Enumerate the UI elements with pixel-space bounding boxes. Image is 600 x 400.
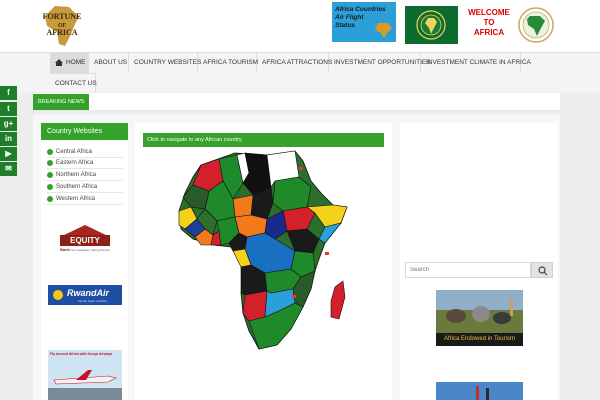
region-link-northern-africa[interactable]: Northern Africa xyxy=(47,170,123,181)
home-icon xyxy=(55,59,63,66)
region-label: Southern Africa xyxy=(56,184,98,190)
welcome-line-1: WELCOME xyxy=(468,8,510,17)
banner-flight-line-1: Africa Countries xyxy=(335,6,386,13)
mountain-photo xyxy=(436,382,523,400)
equity-name: EQUITY xyxy=(60,235,110,246)
nav-home-label: HOME xyxy=(66,59,86,66)
nav-country-websites[interactable]: COUNTRY WEBSITES xyxy=(129,53,201,73)
welcome-line-3: AFRICA xyxy=(473,28,505,37)
flag-marker[interactable] xyxy=(325,252,329,255)
twitter-icon[interactable]: t xyxy=(0,102,17,116)
african-union-emblem[interactable] xyxy=(405,6,458,44)
nav-africa-tourism[interactable]: AFRICA TOURISM xyxy=(198,53,258,73)
linkedin-icon[interactable]: in xyxy=(0,132,17,146)
kenya-airways-ad[interactable]: Fly around Africa with Kenya Airways xyxy=(48,350,122,400)
country-madagascar xyxy=(330,280,346,320)
search-input[interactable] xyxy=(405,262,531,278)
region-link-western-africa[interactable]: Western Africa xyxy=(47,194,123,205)
africa-seal-icon xyxy=(518,7,554,43)
region-label: Western Africa xyxy=(56,196,95,202)
nav-about-us[interactable]: ABOUT US xyxy=(89,53,129,73)
tourism-caption: Africa Endowed in Tourism xyxy=(436,333,523,346)
air-flight-status-banner[interactable]: Africa Countries Air Flight Status xyxy=(332,2,396,42)
au-emblem-icon xyxy=(416,10,446,40)
nav-contact-us[interactable]: CONTACT US xyxy=(50,73,97,93)
rwandair-ad[interactable]: RwandAir Fly the Heart of Africa xyxy=(48,285,122,305)
rwandair-name: RwandAir xyxy=(67,288,110,298)
africa-interactive-map[interactable] xyxy=(175,147,355,352)
nav-investment-opportunities[interactable]: INVESTMENT OPPORTUNITIES xyxy=(329,53,431,73)
flag-marker[interactable] xyxy=(292,295,296,298)
site-header: FORTUNE OF AFRICA Africa Countries Air F… xyxy=(0,0,600,52)
wildlife-image xyxy=(436,290,523,334)
map-title: Click to navigate to any African country xyxy=(143,133,384,147)
google-plus-icon[interactable]: g+ xyxy=(0,117,17,131)
main-nav: HOME ABOUT US COUNTRY WEBSITES AFRICA TO… xyxy=(0,52,600,93)
nav-home[interactable]: HOME xyxy=(50,53,89,73)
equity-sub: Bank xyxy=(60,247,70,252)
search-button[interactable] xyxy=(531,262,553,278)
region-label: Eastern Africa xyxy=(56,160,94,166)
country-sudan xyxy=(272,176,312,212)
welcome-to-africa-banner[interactable]: WELCOME TO AFRICA xyxy=(462,6,558,44)
email-icon[interactable]: ✉ xyxy=(0,162,17,176)
bullet-icon xyxy=(47,196,53,202)
bullet-icon xyxy=(47,184,53,190)
equity-bank-ad[interactable]: EQUITY Bank Your Listening, Caring Partn… xyxy=(58,223,112,257)
bullet-icon xyxy=(47,149,53,155)
nav-africa-attractions[interactable]: AFRICA ATTRACTIONS xyxy=(257,53,332,73)
africa-tourism-banner[interactable]: Africa Endowed in Tourism xyxy=(436,290,523,346)
region-link-central-africa[interactable]: Central Africa xyxy=(47,147,123,158)
nav-investment-climate[interactable]: INVESTMENT CLIMATE IN AFRICA xyxy=(421,53,531,73)
facebook-icon[interactable]: f xyxy=(0,86,17,100)
region-label: Northern Africa xyxy=(56,172,97,178)
bullet-icon xyxy=(47,160,53,166)
country-namibia xyxy=(242,290,268,322)
logo-line-3: AFRICA xyxy=(46,28,78,37)
search-icon xyxy=(538,266,548,276)
airplane-icon xyxy=(48,370,122,400)
main-panel: Click to navigate to any African country xyxy=(135,123,392,400)
region-link-eastern-africa[interactable]: Eastern Africa xyxy=(47,158,123,169)
logo-line-1: FORTUNE xyxy=(42,12,82,21)
rwandair-sun-icon xyxy=(53,290,63,300)
flag-marker[interactable] xyxy=(299,167,303,170)
airplane-africa-icon xyxy=(375,23,392,38)
youtube-icon[interactable]: ▶ xyxy=(0,147,17,161)
equity-tagline: Your Listening, Caring Partner xyxy=(70,248,111,252)
breaking-news-label: BREAKING NEWS xyxy=(33,94,90,110)
bullet-icon xyxy=(47,172,53,178)
breaking-news-bar: BREAKING NEWS xyxy=(33,93,560,111)
rwandair-tagline: Fly the Heart of Africa xyxy=(78,299,107,303)
kenya-ad-text: Fly around Africa with Kenya Airways xyxy=(50,352,113,356)
left-sidebar: Country Websites Central Africa Eastern … xyxy=(41,123,128,400)
welcome-line-2: TO xyxy=(483,18,495,27)
country-niger xyxy=(232,194,254,218)
climbers-photo[interactable] xyxy=(436,382,523,400)
region-label: Central Africa xyxy=(56,149,93,155)
site-logo[interactable]: FORTUNE OF AFRICA xyxy=(41,4,83,48)
country-websites-title: Country Websites xyxy=(41,123,128,140)
region-link-southern-africa[interactable]: Southern Africa xyxy=(47,182,123,193)
right-sidebar: Africa Endowed in Tourism xyxy=(400,123,558,400)
welcome-text: WELCOME TO AFRICA xyxy=(464,8,514,38)
